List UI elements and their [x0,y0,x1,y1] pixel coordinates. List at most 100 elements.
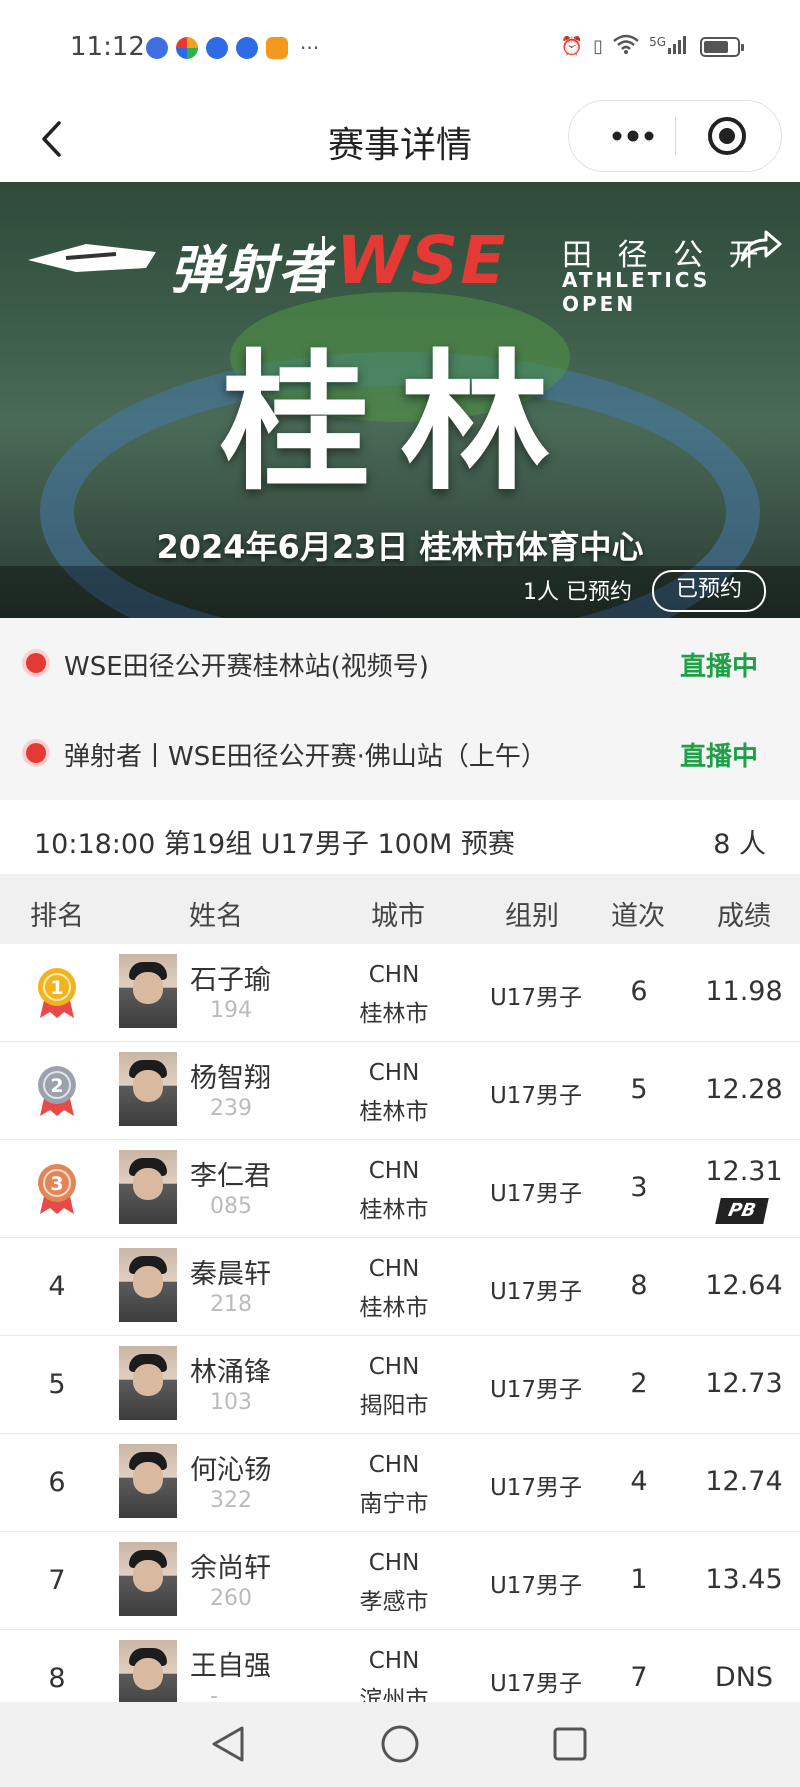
athlete-name: 余尚轩 [190,1553,271,1584]
athlete-name: 何沁钖 [190,1455,271,1486]
athlete-group: U17男子 [489,1083,583,1109]
rank-cell: 1 [26,944,88,1041]
close-mini-program-button[interactable] [697,101,757,171]
status-time: 11:12 [70,32,145,62]
athlete-city: 孝感市 [359,1589,429,1615]
athlete-result: DNS [714,1662,774,1693]
athlete-lane: 4 [630,1466,648,1497]
status-bar: 11:12 ··· ⏰ ▯ 5G [0,0,800,100]
athlete-result: 11.98 [705,976,783,1007]
header-name: 姓名 [189,901,243,932]
banner-date-venue: 2024年6月23日 桂林市体育中心 [156,528,644,566]
avatar-face [133,1168,163,1200]
bronze-medal-icon: 3 [38,1163,76,1214]
athlete-bib: 085 [210,1194,252,1219]
athlete-group: U17男子 [489,1475,583,1501]
nav-bar: 赛事详情 [0,100,800,182]
live-stream-list: WSE田径公开赛桂林站(视频号) 直播中 弹射者丨WSE田径公开赛·佛山站（上午… [0,618,800,800]
capsule-divider [675,117,676,155]
system-recents-button[interactable] [542,1716,598,1772]
table-row[interactable]: 7 余尚轩 260 CHN 孝感市 U17男子 1 13.45 [0,1532,800,1630]
athlete-name: 林涌锋 [190,1357,271,1388]
gold-medal-icon: 1 [38,967,76,1018]
live-stream-item[interactable]: 弹射者丨WSE田径公开赛·佛山站（上午） 直播中 [0,708,800,798]
table-row[interactable]: 3 李仁君 085 CHN 桂林市 U17男子 3 12.31 PB [0,1140,800,1238]
system-back-button[interactable] [200,1716,256,1772]
athlete-country: CHN [368,962,420,988]
avatar-face [133,1658,163,1690]
athlete-country: CHN [368,1158,420,1184]
event-banner: 弹射者 WSE 田 径 公 开 ATHLETICS OPEN 桂林 2024年6… [0,182,800,618]
athlete-lane: 8 [630,1270,648,1301]
athlete-avatar [119,1542,177,1616]
target-close-icon [708,117,746,155]
athlete-group: U17男子 [489,1671,583,1697]
vibrate-icon: ▯ [593,36,604,57]
rank-cell: 2 [26,1042,88,1139]
athlete-lane: 3 [630,1172,648,1203]
athlete-result: 12.74 [705,1466,783,1497]
live-record-icon [26,653,46,673]
personal-best-badge: PB [715,1198,769,1224]
athlete-bib: 239 [210,1096,252,1121]
battery-icon [700,36,744,57]
athlete-avatar [119,1248,177,1322]
athlete-result: 12.28 [705,1074,783,1105]
reservation-count: 1人 已预约 [523,580,632,605]
header-result: 成绩 [717,901,771,932]
table-row[interactable]: 4 秦晨轩 218 CHN 桂林市 U17男子 8 12.64 [0,1238,800,1336]
athlete-avatar [119,1346,177,1420]
wifi-icon [613,34,639,59]
table-row[interactable]: 5 林涌锋 103 CHN 揭阳市 U17男子 2 12.73 [0,1336,800,1434]
circle-home-icon [381,1725,419,1763]
live-stream-title: WSE田径公开赛桂林站(视频号) [64,652,429,682]
share-icon[interactable] [738,228,782,264]
athlete-result: 12.31 [705,1156,783,1187]
athlete-name: 石子瑜 [190,965,271,996]
athlete-result: 12.73 [705,1368,783,1399]
athlete-group: U17男子 [489,1573,583,1599]
table-row[interactable]: 6 何沁钖 322 CHN 南宁市 U17男子 4 12.74 [0,1434,800,1532]
athlete-country: CHN [368,1648,420,1674]
brand-separator [322,236,325,288]
brand-wse-logo: WSE [336,222,508,299]
medal-rank-number: 3 [50,1173,63,1195]
status-app-icons: ··· [146,36,319,60]
athlete-name: 杨智翔 [190,1063,271,1094]
status-indicators: ⏰ ▯ 5G [561,34,744,59]
live-stream-item[interactable]: WSE田径公开赛桂林站(视频号) 直播中 [0,618,800,708]
athlete-bib: 218 [210,1292,252,1317]
athlete-avatar [119,1444,177,1518]
rank-cell: 6 [48,1467,66,1498]
triangle-back-icon [212,1726,244,1762]
heat-title: 10:18:00 第19组 U17男子 100M 预赛 [34,829,515,860]
more-menu-button[interactable] [593,101,673,171]
network-type: 5G [649,34,666,49]
system-home-button[interactable] [372,1716,428,1772]
live-stream-title: 弹射者丨WSE田径公开赛·佛山站（上午） [64,742,547,772]
baidu-paw-icon [236,37,258,59]
live-record-icon [26,743,46,763]
athlete-avatar [119,1052,177,1126]
header-lane: 道次 [611,901,665,932]
brand-logo-row: 弹射者 WSE 田 径 公 开 ATHLETICS OPEN [26,222,786,316]
medal-rank-number: 2 [50,1075,63,1097]
table-row[interactable]: 1 石子瑜 194 CHN 桂林市 U17男子 6 11.98 [0,944,800,1042]
athlete-lane: 1 [630,1564,648,1595]
athlete-city: 桂林市 [359,1001,429,1027]
athlete-group: U17男子 [489,1377,583,1403]
brand-shoe-logo [28,244,156,272]
avatar-face [133,972,163,1004]
athlete-bib: 103 [210,1390,252,1415]
athlete-avatar [119,954,177,1028]
reserved-button[interactable]: 已预约 [652,570,766,612]
baidu-paw-icon [206,37,228,59]
athlete-country: CHN [368,1354,420,1380]
table-row[interactable]: 2 杨智翔 239 CHN 桂林市 U17男子 5 12.28 [0,1042,800,1140]
reservation-bar: 1人 已预约 已预约 [0,566,800,618]
rank-cell: 4 [48,1271,66,1302]
athlete-result: 12.64 [705,1270,783,1301]
pinwheel-icon [176,37,198,59]
signal-icon [668,34,690,59]
battery-level [704,40,728,53]
